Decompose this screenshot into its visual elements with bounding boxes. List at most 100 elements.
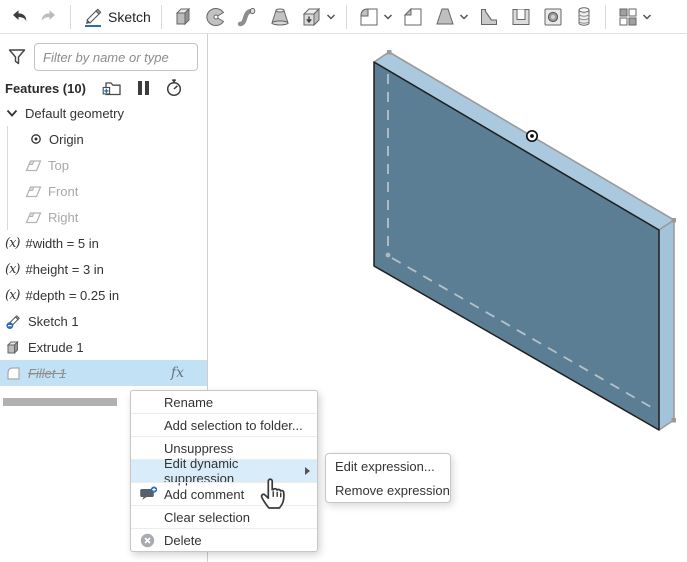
draft-button[interactable]	[429, 2, 473, 32]
tree-item-variable-height[interactable]: (x) #height = 3 in	[0, 256, 207, 282]
chamfer-button[interactable]	[397, 2, 429, 32]
feature-toolbar: Sketch	[0, 0, 687, 34]
chevron-down-icon[interactable]	[383, 13, 393, 21]
chevron-expanded-icon[interactable]	[5, 106, 19, 120]
toolbar-separator	[605, 5, 606, 29]
sweep-icon	[236, 5, 260, 29]
tree-item-front-plane[interactable]: Front	[0, 178, 207, 204]
chevron-down-icon[interactable]	[642, 13, 652, 21]
hole-button[interactable]	[537, 2, 569, 32]
fillet-icon	[357, 5, 381, 29]
plane-icon	[25, 184, 42, 199]
tree-item-label: Sketch 1	[28, 314, 79, 329]
origin-icon	[29, 132, 43, 146]
tree-item-label: #width = 5 in	[25, 236, 98, 251]
tree-item-variable-depth[interactable]: (x) #depth = 0.25 in	[0, 282, 207, 308]
loft-icon	[268, 5, 292, 29]
sketch-vertex-dot	[386, 253, 391, 258]
features-header: Features (10)	[0, 74, 207, 100]
redo-button[interactable]	[34, 2, 64, 32]
tree-item-label: #depth = 0.25 in	[25, 288, 119, 303]
tree-item-origin[interactable]: Origin	[0, 126, 207, 152]
variable-icon: (x)	[5, 236, 19, 251]
thicken-button[interactable]	[296, 2, 340, 32]
tree-item-label: Default geometry	[25, 106, 124, 121]
revolve-icon	[204, 5, 228, 29]
undo-button[interactable]	[4, 2, 34, 32]
menu-item-add-selection-to-folder[interactable]: Add selection to folder...	[131, 413, 317, 436]
submenu-arrow-icon	[305, 467, 310, 475]
loft-button[interactable]	[264, 2, 296, 32]
fillet-button[interactable]	[353, 2, 397, 32]
extrude-feature-icon	[5, 339, 22, 356]
menu-item-label: Delete	[164, 533, 202, 548]
menu-item-delete[interactable]: Delete	[131, 528, 317, 551]
chevron-down-icon[interactable]	[326, 13, 336, 21]
plane-icon	[25, 210, 42, 225]
part-side-face[interactable]	[659, 220, 674, 430]
tree-item-fillet1[interactable]: Fillet 1 fx	[0, 360, 207, 386]
chevron-down-icon[interactable]	[459, 13, 469, 21]
sweep-button[interactable]	[232, 2, 264, 32]
pause-rollback-icon[interactable]	[137, 80, 150, 96]
tree-item-variable-width[interactable]: (x) #width = 5 in	[0, 230, 207, 256]
shell-button[interactable]	[505, 2, 537, 32]
horizontal-scrollbar-thumb[interactable]	[3, 398, 117, 406]
tree-item-label: Fillet 1	[28, 366, 66, 381]
fillet-feature-icon	[5, 365, 22, 382]
onshape-part-studio: Sketch	[0, 0, 687, 562]
add-folder-icon[interactable]	[102, 80, 122, 97]
tree-item-sketch1[interactable]: Sketch 1	[0, 308, 207, 334]
sketch-button[interactable]: Sketch	[77, 2, 155, 32]
thread-button[interactable]	[569, 2, 599, 32]
add-comment-icon	[139, 486, 158, 503]
rib-button[interactable]	[473, 2, 505, 32]
mate-connector-icon[interactable]	[527, 131, 537, 141]
pattern-button[interactable]	[612, 2, 656, 32]
sketch-button-label: Sketch	[108, 9, 151, 25]
submenu-item-edit-expression[interactable]: Edit expression...	[326, 454, 450, 478]
thicken-icon	[300, 5, 324, 29]
filter-input[interactable]	[34, 43, 198, 71]
delete-icon	[139, 532, 156, 549]
part-vertex-dot	[672, 418, 677, 423]
extrude-button[interactable]	[168, 2, 200, 32]
sketch-feature-icon	[5, 313, 22, 330]
timer-icon[interactable]	[165, 79, 183, 97]
tree-item-right-plane[interactable]: Right	[0, 204, 207, 230]
draft-icon	[433, 5, 457, 29]
fx-expression-badge[interactable]: fx	[171, 365, 184, 381]
tree-item-label: Front	[48, 184, 78, 199]
menu-item-label: Edit expression...	[335, 459, 435, 474]
part-vertex-dot	[672, 218, 677, 223]
tree-item-top-plane[interactable]: Top	[0, 152, 207, 178]
part-front-face[interactable]	[374, 62, 659, 430]
toolbar-separator	[161, 5, 162, 29]
tree-item-extrude1[interactable]: Extrude 1	[0, 334, 207, 360]
tree-item-label: Top	[48, 158, 69, 173]
tree-item-label: #height = 3 in	[25, 262, 103, 277]
variable-icon: (x)	[5, 262, 19, 277]
revolve-button[interactable]	[200, 2, 232, 32]
plane-icon	[25, 158, 42, 173]
menu-item-label: Clear selection	[164, 510, 250, 525]
toolbar-separator	[346, 5, 347, 29]
extrude-icon	[172, 5, 196, 29]
features-title: Features (10)	[5, 81, 86, 96]
tree-item-default-geometry[interactable]: Default geometry	[0, 100, 207, 126]
tree-item-label: Origin	[49, 132, 84, 147]
undo-icon	[8, 6, 30, 28]
rib-icon	[477, 5, 501, 29]
menu-item-label: Remove expression	[335, 483, 450, 498]
filter-icon[interactable]	[7, 47, 27, 67]
redo-icon	[38, 6, 60, 28]
toolbar-separator	[70, 5, 71, 29]
sketch-pencil-icon	[81, 5, 105, 29]
menu-item-label: Unsuppress	[164, 441, 233, 456]
menu-item-rename[interactable]: Rename	[131, 391, 317, 413]
submenu-item-remove-expression[interactable]: Remove expression	[326, 478, 450, 502]
shell-icon	[509, 5, 533, 29]
chamfer-icon	[401, 5, 425, 29]
hole-icon	[541, 5, 565, 29]
pattern-icon	[616, 5, 640, 29]
